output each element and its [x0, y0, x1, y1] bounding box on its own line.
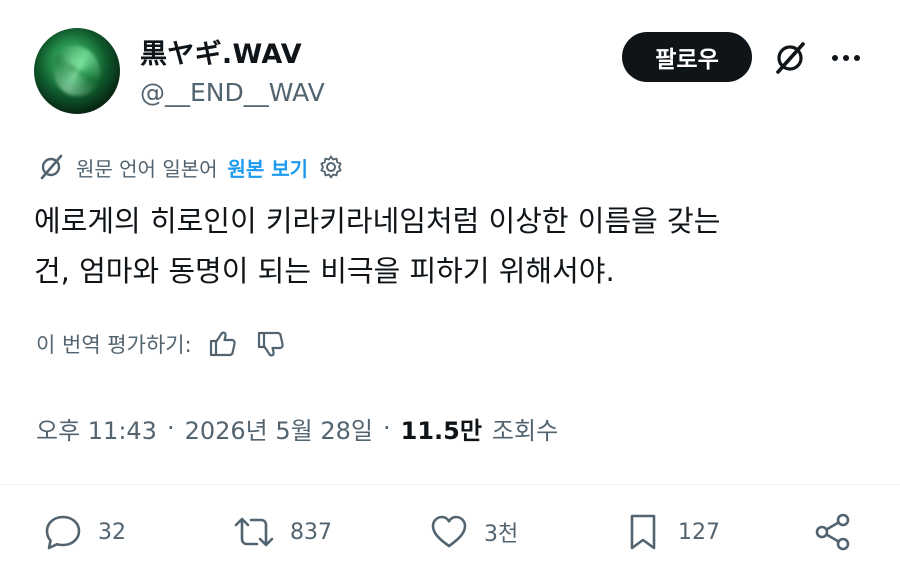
action-bar: 32 837 3천 127 [40, 506, 860, 558]
separator-dot: · [166, 414, 175, 442]
grok-icon[interactable] [770, 38, 810, 78]
tweet-line: 건, 엄마와 동명이 되는 비극을 피하기 위해서야. [34, 254, 615, 288]
reply-button[interactable]: 32 [40, 506, 126, 558]
like-count: 3천 [484, 522, 519, 547]
share-button[interactable] [810, 506, 868, 558]
more-options-icon[interactable] [826, 38, 866, 78]
repost-icon [234, 517, 274, 547]
thumbs-up-icon[interactable] [206, 327, 240, 361]
repost-count: 837 [290, 519, 332, 545]
tweet-time[interactable]: 오후 11:43 [36, 411, 157, 446]
display-name[interactable]: 黒ヤギ.WAV [140, 32, 302, 71]
tweet-meta: 오후 11:43 · 2026년 5월 28일 · 11.5만 조회수 [36, 408, 558, 448]
tweet-date[interactable]: 2026년 5월 28일 [185, 411, 373, 446]
translation-info-row: 원문 언어 일본어 원본 보기 [36, 150, 344, 184]
view-count: 11.5만 [400, 416, 482, 445]
bookmark-icon [630, 514, 656, 550]
bookmark-count: 127 [678, 519, 720, 545]
rate-translation-label: 이 번역 평가하기: [36, 333, 192, 357]
reply-icon [45, 515, 81, 550]
repost-button[interactable]: 837 [230, 506, 332, 558]
show-original-link[interactable]: 원본 보기 [228, 153, 309, 182]
divider [0, 484, 900, 485]
heart-icon [431, 515, 467, 548]
reply-count: 32 [98, 519, 126, 545]
user-handle[interactable]: @__END__WAV [140, 78, 325, 107]
tweet-text: 에로게의 히로인이 키라키라네임처럼 이상한 이름을 갖는 건, 엄마와 동명이… [34, 196, 874, 296]
share-icon [815, 513, 850, 551]
translation-source-label: 원문 언어 일본어 [76, 156, 218, 181]
rate-translation-row: 이 번역 평가하기: [36, 326, 288, 362]
follow-button[interactable]: 팔로우 [622, 32, 752, 82]
separator-dot: · [382, 414, 391, 442]
view-count-label: 조회수 [491, 416, 559, 445]
tweet-line: 에로게의 히로인이 키라키라네임처럼 이상한 이름을 갖는 [34, 204, 721, 238]
bookmark-button[interactable]: 127 [620, 506, 720, 558]
avatar[interactable] [34, 28, 120, 114]
thumbs-down-icon[interactable] [254, 327, 288, 361]
grok-translate-icon [40, 154, 63, 180]
gear-icon[interactable] [318, 154, 344, 180]
like-button[interactable]: 3천 [426, 506, 518, 558]
